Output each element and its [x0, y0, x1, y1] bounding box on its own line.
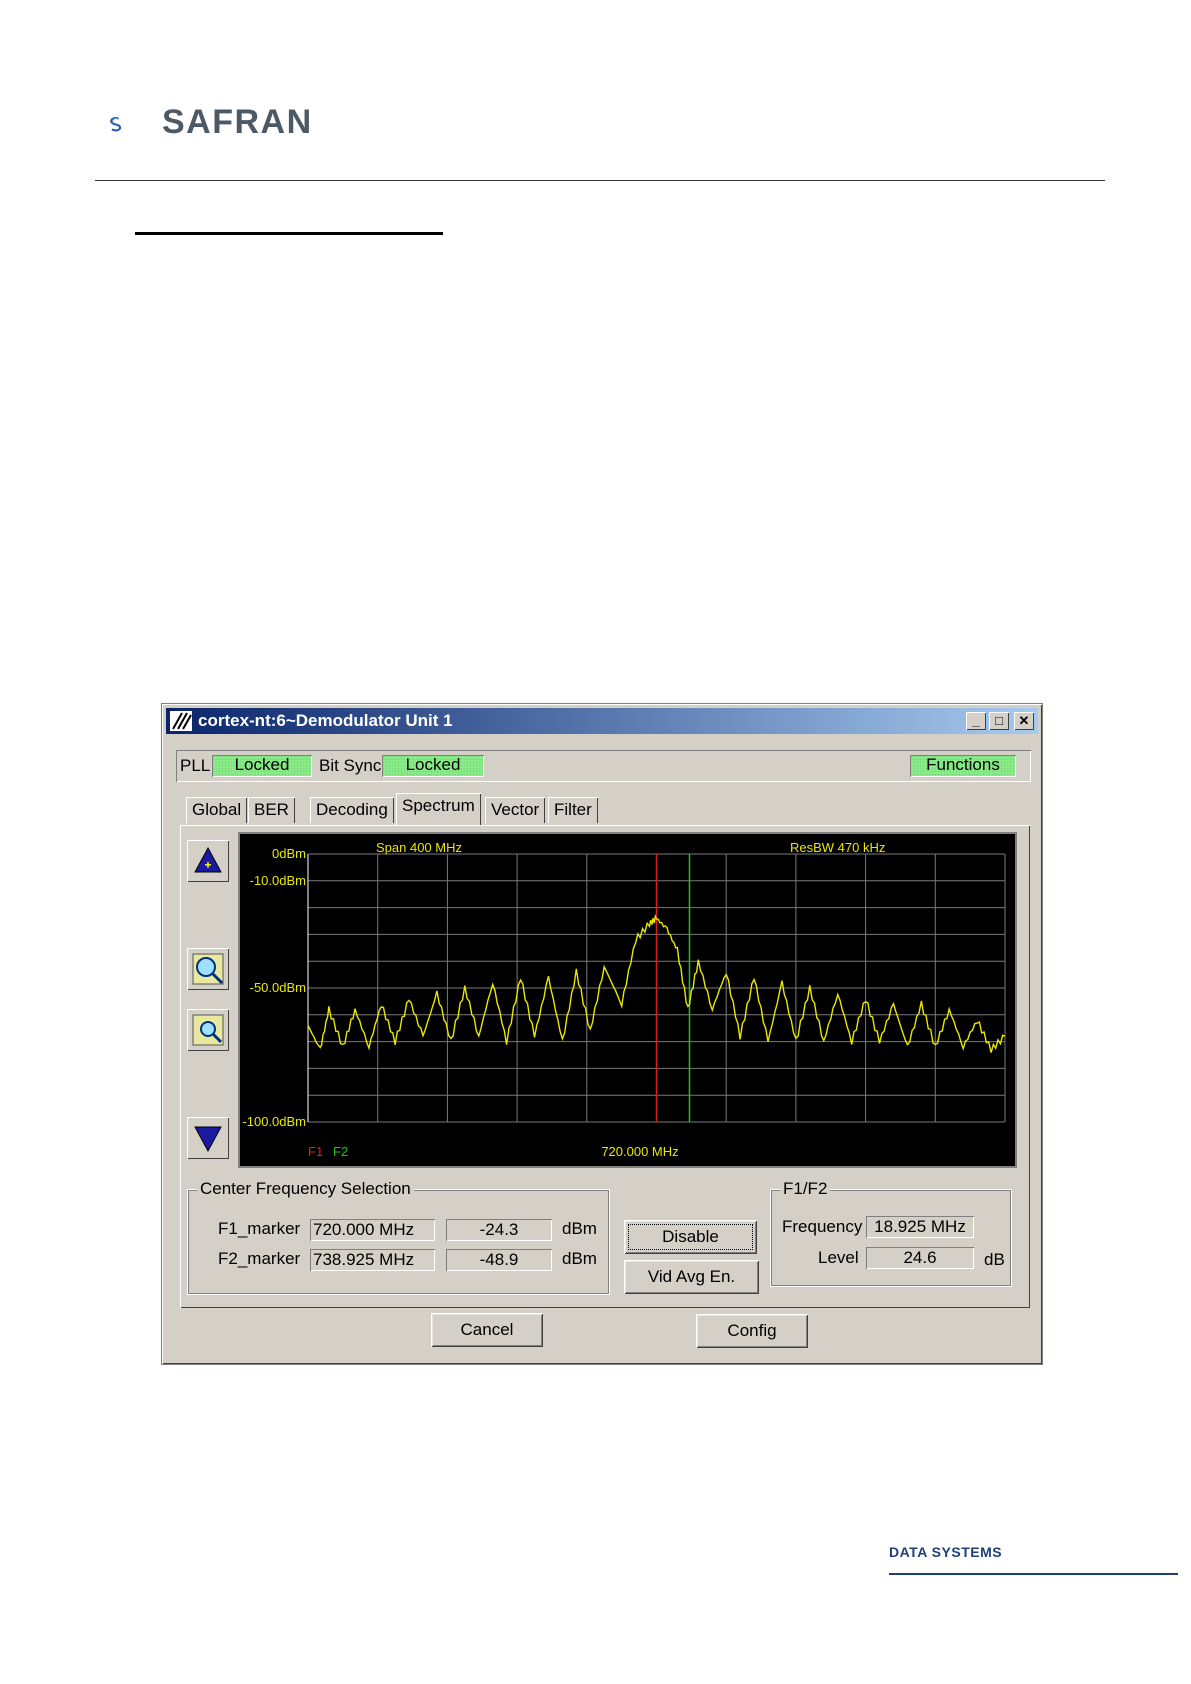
config-button[interactable]: Config	[696, 1314, 808, 1348]
footer-data-systems: DATA SYSTEMS	[889, 1544, 1003, 1560]
maximize-icon: □	[995, 713, 1003, 728]
f2-unit-label: dBm	[562, 1249, 597, 1268]
svg-text:+: +	[204, 858, 211, 872]
frequency-diff-field: 18.925 MHz	[866, 1216, 974, 1238]
f1-f2-group	[770, 1189, 1012, 1287]
level-up-button[interactable]: +	[187, 840, 229, 882]
zoom-out-button[interactable]	[187, 1009, 229, 1051]
f2-marker-label: F2_marker	[218, 1249, 301, 1268]
y-tick-label: 0dBm	[272, 846, 306, 861]
y-tick-label: -100.0dBm	[242, 1114, 306, 1129]
footer-rule	[889, 1573, 1178, 1575]
functions-button[interactable]: Functions	[910, 755, 1016, 777]
tab-spectrum[interactable]: Spectrum	[396, 793, 481, 825]
disable-button[interactable]: Disable	[624, 1220, 757, 1254]
pll-label: PLL	[180, 756, 211, 775]
safran-logo-icon	[110, 116, 122, 132]
close-button[interactable]: ✕	[1014, 712, 1034, 730]
center-frequency-title: Center Frequency Selection	[197, 1179, 414, 1199]
header-rule	[95, 180, 1105, 181]
window-title: cortex-nt:6~Demodulator Unit 1	[198, 711, 453, 730]
bit-sync-label: Bit Sync	[319, 756, 382, 775]
vid-avg-enable-button[interactable]: Vid Avg En.	[624, 1260, 759, 1294]
level-diff-field: 24.6	[866, 1247, 974, 1269]
heading-underline	[135, 232, 443, 235]
f1-marker-label: F1_marker	[218, 1219, 301, 1238]
down-arrow-icon	[194, 1126, 222, 1153]
y-tick-label: -50.0dBm	[250, 980, 306, 995]
f2-level-field: -48.9	[446, 1249, 552, 1271]
minimize-icon: _	[972, 713, 980, 728]
bit-sync-status-indicator: Locked	[382, 755, 484, 777]
logo-text: SAFRAN	[162, 103, 313, 141]
f1-legend-label: F1	[308, 1144, 323, 1159]
zoom-in-icon	[192, 953, 224, 985]
f1-f2-title: F1/F2	[780, 1179, 831, 1199]
cancel-button[interactable]: Cancel	[431, 1313, 543, 1347]
f1-unit-label: dBm	[562, 1219, 597, 1238]
close-icon: ✕	[1018, 713, 1030, 728]
tab-vector[interactable]: Vector	[485, 797, 546, 823]
f2-frequency-field[interactable]: 738.925 MHz	[310, 1249, 435, 1271]
center-frequency-group	[187, 1189, 610, 1295]
f1-level-field: -24.3	[446, 1219, 552, 1241]
spectrum-plot[interactable]: 0dBm -10.0dBm -50.0dBm -100.0dBm Span 400 M…	[240, 834, 1015, 1166]
tab-global[interactable]: Global	[186, 797, 248, 823]
spectrum-chart: 0dBm -10.0dBm -50.0dBm -100.0dBm Span 400 M…	[242, 840, 1006, 1159]
zoom-in-button[interactable]	[187, 948, 229, 990]
level-unit-label: dB	[984, 1250, 1005, 1269]
up-arrow-icon: +	[194, 846, 222, 873]
tab-ber[interactable]: BER	[248, 797, 295, 823]
resbw-label: ResBW 470 kHz	[790, 840, 885, 855]
level-label: Level	[818, 1248, 859, 1267]
y-tick-label: -10.0dBm	[250, 873, 306, 888]
title-bar[interactable]: cortex-nt:6~Demodulator Unit 1 _ □ ✕	[166, 708, 1038, 734]
tab-decoding[interactable]: Decoding	[310, 797, 394, 823]
pll-status-indicator: Locked	[212, 755, 312, 777]
tab-filter[interactable]: Filter	[548, 797, 598, 823]
f1-frequency-field[interactable]: 720.000 MHz	[310, 1219, 435, 1241]
span-label: Span 400 MHz	[376, 840, 462, 855]
center-frequency-label: 720.000 MHz	[601, 1144, 678, 1159]
zoom-out-icon	[192, 1014, 224, 1046]
level-down-button[interactable]	[187, 1117, 229, 1159]
frequency-label: Frequency	[782, 1217, 863, 1236]
minimize-button[interactable]: _	[966, 712, 986, 730]
app-icon	[170, 711, 192, 731]
f2-legend-label: F2	[333, 1144, 348, 1159]
maximize-button[interactable]: □	[989, 712, 1009, 730]
